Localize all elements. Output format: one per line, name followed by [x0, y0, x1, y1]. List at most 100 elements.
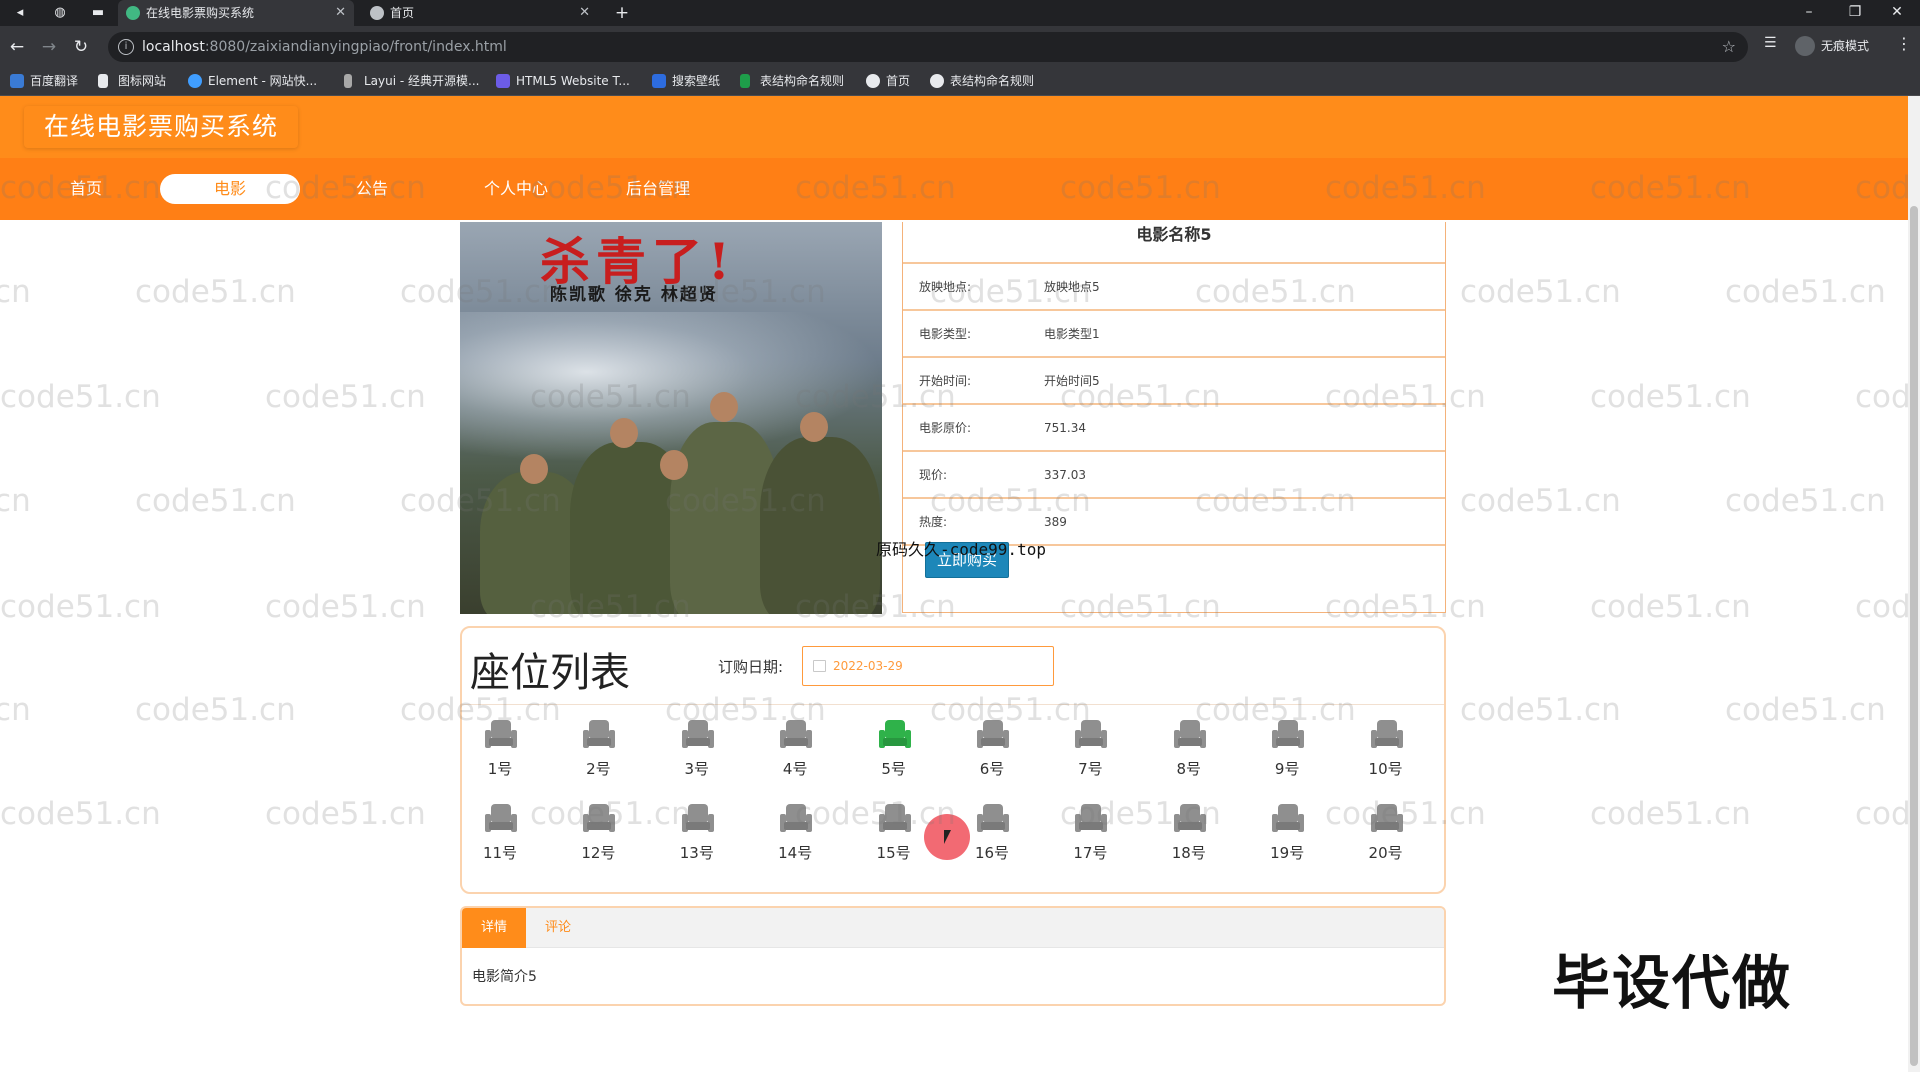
seat[interactable]: 4号 — [765, 720, 825, 784]
browser-menu-icon[interactable]: ⋮ — [1896, 34, 1912, 53]
new-tab-icon[interactable]: + — [612, 3, 632, 23]
seat[interactable]: 14号 — [765, 804, 825, 868]
seat-number: 18号 — [1171, 844, 1206, 862]
seat-icon — [1272, 720, 1305, 750]
seat[interactable]: 10号 — [1356, 720, 1416, 784]
info-label: 电影原价: — [919, 421, 972, 435]
bookmark-item[interactable]: 图标网站 — [98, 66, 166, 96]
seat[interactable]: 6号 — [962, 720, 1022, 784]
seat[interactable]: 18号 — [1159, 804, 1219, 868]
bookmark-star-icon[interactable]: ☆ — [1722, 32, 1736, 62]
info-row-start-time: 开始时间: 开始时间5 — [903, 358, 1445, 405]
seat-icon-part — [1179, 804, 1200, 822]
back-icon[interactable]: ← — [6, 36, 28, 58]
seat[interactable]: 17号 — [1060, 804, 1120, 868]
seat[interactable]: 16号 — [962, 804, 1022, 868]
watermark: code51.cn — [265, 589, 426, 625]
url-text: localhost:8080/zaixiandianyingpiao/front… — [142, 39, 507, 55]
bookmark-item[interactable]: 表结构命名规则 — [930, 66, 1034, 96]
reload-icon[interactable]: ↻ — [70, 36, 92, 58]
close-icon[interactable]: ✕ — [579, 0, 590, 26]
seat-icon — [1075, 804, 1108, 834]
watermark: code51.cn — [0, 483, 31, 519]
bookmark-item[interactable]: Layui - 经典开源模... — [344, 66, 479, 96]
page-content: 在线电影票购买系统 首页 电影 公告 个人中心 后台管理 杀青了! 陈凯歌 徐克… — [0, 96, 1920, 1072]
seat[interactable]: 3号 — [667, 720, 727, 784]
seat-number: 1号 — [487, 760, 513, 778]
browser-tab-home[interactable]: 首页 ✕ — [362, 0, 598, 26]
nav-movies[interactable]: 电影 — [160, 174, 300, 204]
page-scrollbar[interactable] — [1908, 96, 1920, 1072]
info-label: 电影类型: — [919, 327, 972, 341]
scrollbar-thumb[interactable] — [1910, 206, 1918, 1066]
tab-title: 在线电影票购买系统 — [146, 6, 255, 20]
bookmark-item[interactable]: 表结构命名规则 — [740, 66, 844, 96]
minimize-icon[interactable]: – — [1786, 0, 1832, 26]
seat-icon-part — [489, 738, 513, 746]
seat[interactable]: 13号 — [667, 804, 727, 868]
main-nav: 首页 电影 公告 个人中心 后台管理 — [0, 158, 1908, 220]
nav-admin[interactable]: 后台管理 — [588, 174, 728, 204]
seat[interactable]: 2号 — [568, 720, 628, 784]
seat-number: 19号 — [1270, 844, 1305, 862]
watermark: code51.cn — [0, 274, 31, 310]
reading-list-icon[interactable]: ☰ — [1764, 35, 1777, 51]
translate-icon — [10, 74, 24, 88]
watermark: code51.cn — [1460, 692, 1621, 728]
seat-icon-part — [589, 720, 610, 738]
tab-details[interactable]: 详情 — [462, 908, 526, 948]
seat[interactable]: 20号 — [1356, 804, 1416, 868]
movie-synopsis: 电影简介5 — [472, 969, 537, 985]
bookmark-item[interactable]: 搜索壁纸 — [652, 66, 720, 96]
wallpaper-icon — [652, 74, 666, 88]
layui-icon — [344, 74, 352, 88]
seat[interactable]: 7号 — [1060, 720, 1120, 784]
nav-profile[interactable]: 个人中心 — [446, 174, 586, 204]
info-value: 337.03 — [1044, 468, 1086, 482]
watermark: code51.cn — [1725, 692, 1886, 728]
seat-icon-part — [1081, 720, 1102, 738]
seat[interactable]: 8号 — [1159, 720, 1219, 784]
seat[interactable]: 9号 — [1257, 720, 1317, 784]
seat-number: 20号 — [1368, 844, 1403, 862]
seat[interactable]: 12号 — [568, 804, 628, 868]
browser-tab-app[interactable]: 在线电影票购买系统 ✕ — [118, 0, 354, 26]
nav-announcements[interactable]: 公告 — [302, 174, 442, 204]
nav-home[interactable]: 首页 — [16, 174, 156, 204]
seat-number: 3号 — [684, 760, 710, 778]
bookmark-label: 图标网站 — [118, 74, 167, 88]
mouse-cursor-icon — [944, 830, 951, 844]
seat-number: 5号 — [881, 760, 906, 778]
watermark: code51.cn — [0, 379, 161, 415]
seat[interactable]: 15号 — [864, 804, 924, 868]
close-icon[interactable]: ✕ — [335, 0, 346, 26]
seat-icon — [583, 720, 616, 750]
info-label: 现价: — [919, 468, 948, 482]
bookmark-item[interactable]: HTML5 Website T... — [496, 66, 630, 96]
url-input[interactable]: i localhost:8080/zaixiandianyingpiao/fro… — [108, 32, 1748, 62]
tab-globe-icon[interactable]: ◍ — [50, 3, 70, 23]
incognito-badge[interactable]: 无痕模式 — [1795, 34, 1869, 58]
restore-icon[interactable]: ❐ — [1832, 0, 1878, 26]
forward-icon[interactable]: → — [38, 36, 60, 58]
detail-tab-panel: 详情 评论 电影简介5 — [460, 906, 1446, 1006]
tab-window-icon[interactable]: ▬ — [88, 3, 108, 23]
seat-icon-part — [587, 738, 612, 746]
order-date-picker[interactable]: 2022-03-29 — [802, 646, 1054, 686]
seat[interactable]: 11号 — [470, 804, 530, 868]
bookmark-item[interactable]: 百度翻译 — [10, 66, 78, 96]
seat[interactable]: 1号 — [470, 720, 530, 784]
seat[interactable]: 19号 — [1257, 804, 1317, 868]
site-title[interactable]: 在线电影票购买系统 — [24, 106, 298, 148]
tab-audio-icon[interactable]: ◂ — [10, 3, 30, 23]
seat-number: 4号 — [782, 760, 808, 778]
seat-icon — [780, 804, 813, 834]
window-close-icon[interactable]: ✕ — [1874, 0, 1920, 26]
movie-name: 电影名称5 — [903, 222, 1445, 264]
bookmark-item[interactable]: 首页 — [866, 66, 910, 96]
bookmark-item[interactable]: Element - 网站快... — [188, 66, 317, 96]
seat-number: 12号 — [581, 844, 616, 862]
info-icon[interactable]: i — [118, 39, 134, 55]
seat[interactable]: 5号 — [864, 720, 924, 784]
tab-comments[interactable]: 评论 — [526, 908, 590, 948]
